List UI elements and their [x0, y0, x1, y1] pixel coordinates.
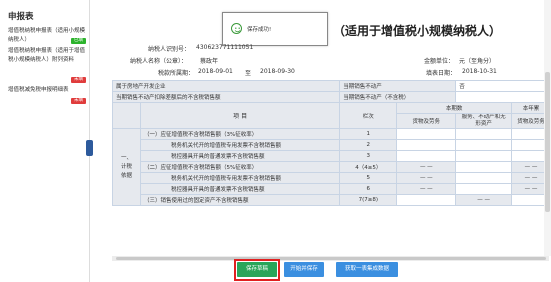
fetch-data-button[interactable]: 获取一表集成数据	[336, 262, 398, 277]
row-disabled-cell: — —	[455, 194, 512, 206]
sidebar-item-label: 增值税纳税申报表（适用于增值税小规模纳税人）附列资料	[8, 48, 86, 63]
start-save-button[interactable]: 开始并保存	[284, 262, 324, 277]
sidebar-title: 申报表	[8, 12, 34, 22]
real-estate-select[interactable]: 否	[455, 80, 551, 92]
row-input[interactable]	[455, 139, 512, 151]
col-row-header: 栏次	[339, 102, 398, 129]
col-item-header: 项 目	[140, 102, 341, 129]
period-start: 2018-09-01	[198, 68, 233, 75]
row-disabled-cell: — —	[396, 172, 457, 184]
sidebar-item-vat-return[interactable]: 增值税纳税申报表（适用小规模纳税人） 已填	[8, 27, 86, 45]
row-input[interactable]	[455, 161, 512, 173]
row-label: 税控器具开具的普通发票不含税销售额	[140, 150, 341, 162]
taxpayer-id: 430623771111051	[196, 44, 254, 51]
fill-date-label: 填表日期：	[426, 70, 457, 77]
toast-message: 保存成功!	[247, 27, 272, 33]
col-this-period-header: 本期数	[396, 102, 512, 114]
taxpayer-id-label: 纳税人识别号：	[148, 46, 191, 53]
row-label: 税控器具开具的普通发票不含税销售额	[140, 183, 341, 195]
row-number: 3	[339, 150, 398, 162]
unit-label: 金额单位：	[424, 58, 455, 65]
sub-goods-header: 货物及劳务	[396, 113, 457, 129]
horizontal-scrollbar[interactable]	[112, 256, 549, 261]
period-end: 2018-09-30	[260, 68, 295, 75]
row-number: 7(7≥8)	[339, 194, 398, 206]
row-number: 1	[339, 128, 398, 140]
vertical-scrollbar-thumb[interactable]	[545, 72, 550, 212]
taxpayer-name-label: 纳税人名称（公章）：	[130, 58, 188, 65]
status-badge: 未填	[71, 77, 86, 83]
row-number: 5	[339, 172, 398, 184]
current-sales-label: 当期销售不动产（不含税）	[339, 91, 457, 103]
row-input[interactable]	[455, 128, 512, 140]
taxpayer-name: 蔡政年	[200, 58, 219, 65]
sidebar-item-reduction[interactable]: 增值税减免税申报明细表 未填	[8, 86, 86, 104]
row-input[interactable]	[455, 150, 512, 162]
sidebar-item-attachment[interactable]: 增值税纳税申报表（适用于增值税小规模纳税人）附列资料 未填	[8, 47, 86, 83]
success-toast: 保存成功!	[222, 12, 328, 46]
row-input[interactable]	[396, 128, 457, 140]
deduction-label: 当期销售不动产扣除差额后的不含税销售额	[111, 91, 341, 103]
row-input[interactable]	[455, 183, 512, 195]
current-sales-field[interactable]	[455, 91, 551, 103]
row-input[interactable]	[396, 194, 457, 206]
row-input[interactable]	[396, 150, 457, 162]
period-to: 至	[245, 70, 252, 77]
page-title: （适用于增值税小规模纳税人）	[333, 24, 502, 38]
fill-date: 2018-10-31	[462, 68, 497, 75]
horizontal-scrollbar-thumb[interactable]	[116, 257, 546, 260]
status-badge: 已填	[71, 38, 86, 44]
row-input[interactable]	[396, 139, 457, 151]
sidebar: 申报表 增值税纳税申报表（适用小规模纳税人） 已填 增值税纳税申报表（适用于增值…	[0, 0, 90, 282]
row-disabled-cell: — —	[396, 161, 457, 173]
row-number: 2	[339, 139, 398, 151]
row-label: 税务机关代开的增值税专用发票不含税销售额	[140, 139, 341, 151]
current-real-estate-label: 当期销售不动产	[339, 80, 457, 92]
sub-services-header: 服务、不动产和无形资产	[455, 113, 512, 129]
declaration-table: 属于房地产开发企业 当期销售不动产 否 当期销售不动产扣除差额后的不含税销售额 …	[111, 80, 551, 206]
sidebar-item-label: 增值税减免税申报明细表	[8, 87, 69, 93]
sidebar-collapse-handle[interactable]	[86, 140, 93, 156]
row-number: 6	[339, 183, 398, 195]
row-disabled-cell: — —	[396, 183, 457, 195]
vertical-scrollbar[interactable]	[544, 0, 551, 256]
row-label: （二）应征增值税不含税销售额（5%征收率）	[140, 161, 341, 173]
period-label: 税款所属期：	[158, 70, 195, 77]
row-label: （三）销售使用过的固定资产不含税销售额	[140, 194, 341, 206]
unit-value: 元（至角分）	[459, 58, 496, 65]
tax-basis-label: 一、计税依据	[111, 128, 142, 206]
smile-icon	[231, 23, 242, 34]
status-badge: 未填	[71, 98, 86, 104]
real-estate-label: 属于房地产开发企业	[111, 80, 341, 92]
row-number: 4（4≥5）	[339, 161, 398, 173]
save-draft-button[interactable]: 保存草稿	[237, 262, 277, 277]
row-label: （一）应征增值税不含税销售额（3%征收率）	[140, 128, 341, 140]
row-input[interactable]	[455, 172, 512, 184]
row-label: 税务机关代开的增值税专用发票不含税销售额	[140, 172, 341, 184]
